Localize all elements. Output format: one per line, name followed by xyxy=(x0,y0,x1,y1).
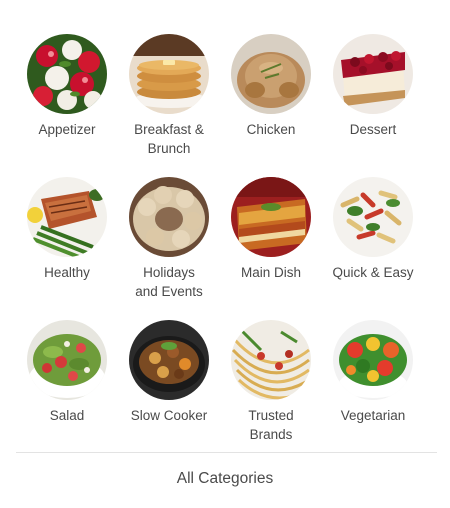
dessert-image[interactable] xyxy=(333,34,413,114)
category-label-slow-cooker[interactable]: Slow Cooker xyxy=(119,406,219,425)
category-label-holidays-events[interactable]: Holidays and Events xyxy=(119,263,219,301)
category-tile-quick-easy[interactable]: Quick & Easy xyxy=(322,177,424,320)
category-label-chicken[interactable]: Chicken xyxy=(221,120,321,139)
category-tile-healthy[interactable]: Healthy xyxy=(16,177,118,320)
chicken-image[interactable] xyxy=(231,34,311,114)
category-tile-main-dish[interactable]: Main Dish xyxy=(220,177,322,320)
category-tile-slow-cooker[interactable]: Slow Cooker xyxy=(118,320,220,463)
salad-image[interactable] xyxy=(27,320,107,400)
main-dish-image[interactable] xyxy=(231,177,311,257)
category-tile-dessert[interactable]: Dessert xyxy=(322,34,424,177)
trusted-brands-image[interactable] xyxy=(231,320,311,400)
category-tile-holidays-events[interactable]: Holidays and Events xyxy=(118,177,220,320)
category-grid: Appetizer Breakfast & Brunch Chicken Des… xyxy=(16,34,424,463)
category-tile-salad[interactable]: Salad xyxy=(16,320,118,463)
category-tile-chicken[interactable]: Chicken xyxy=(220,34,322,177)
category-label-trusted-brands[interactable]: Trusted Brands xyxy=(221,406,321,444)
category-label-healthy[interactable]: Healthy xyxy=(17,263,117,282)
appetizer-image[interactable] xyxy=(27,34,107,114)
vegetarian-image[interactable] xyxy=(333,320,413,400)
category-label-breakfast-brunch[interactable]: Breakfast & Brunch xyxy=(119,120,219,158)
footer-divider xyxy=(16,452,437,453)
category-tile-appetizer[interactable]: Appetizer xyxy=(16,34,118,177)
category-label-vegetarian[interactable]: Vegetarian xyxy=(323,406,423,425)
category-label-main-dish[interactable]: Main Dish xyxy=(221,263,321,282)
quick-easy-image[interactable] xyxy=(333,177,413,257)
category-label-salad[interactable]: Salad xyxy=(17,406,117,425)
category-label-appetizer[interactable]: Appetizer xyxy=(17,120,117,139)
category-tile-vegetarian[interactable]: Vegetarian xyxy=(322,320,424,463)
all-categories-link[interactable]: All Categories xyxy=(0,470,450,488)
category-label-quick-easy[interactable]: Quick & Easy xyxy=(323,263,423,282)
holidays-events-image[interactable] xyxy=(129,177,209,257)
breakfast-brunch-image[interactable] xyxy=(129,34,209,114)
category-tile-trusted-brands[interactable]: Trusted Brands xyxy=(220,320,322,463)
category-tile-breakfast-brunch[interactable]: Breakfast & Brunch xyxy=(118,34,220,177)
healthy-image[interactable] xyxy=(27,177,107,257)
slow-cooker-image[interactable] xyxy=(129,320,209,400)
category-label-dessert[interactable]: Dessert xyxy=(323,120,423,139)
